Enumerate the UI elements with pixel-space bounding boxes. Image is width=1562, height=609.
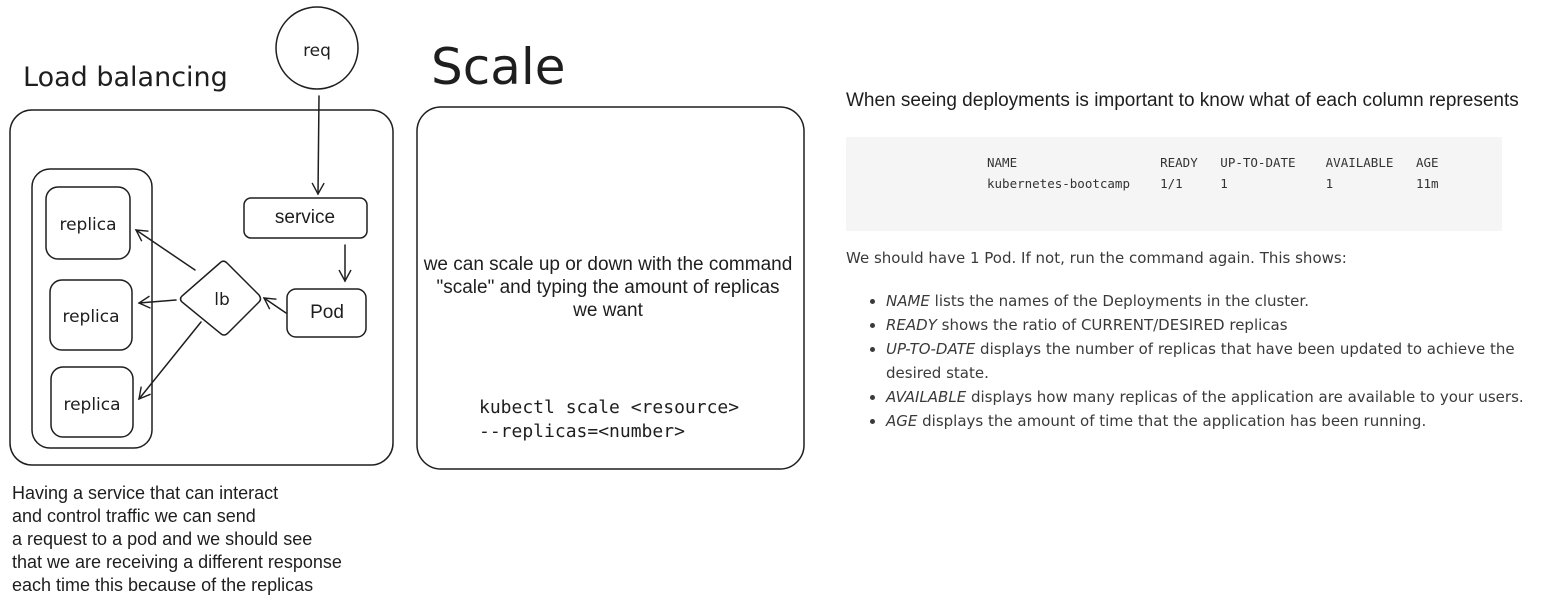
list-item: READY shows the ratio of CURRENT/DESIRED…	[886, 313, 1526, 337]
caption-line: each time this because of the replicas	[12, 575, 314, 595]
lb-label: lb	[214, 290, 230, 310]
column-description: displays the amount of time that the app…	[917, 412, 1427, 430]
list-item: UP-TO-DATE displays the number of replic…	[886, 337, 1526, 385]
service-label: service	[275, 207, 335, 228]
column-description: shows the ratio of CURRENT/DESIRED repli…	[936, 316, 1288, 334]
column-description: displays the number of replicas that hav…	[886, 340, 1515, 382]
load-balancing-title: Load balancing	[23, 62, 228, 93]
command-line: --replicas=<number>	[479, 421, 685, 442]
table-row: kubernetes-bootcamp 1/1 1 1 11m	[987, 176, 1439, 191]
replica-label-2: replica	[62, 307, 119, 327]
req-label: req	[303, 41, 331, 61]
pod-label: Pod	[310, 302, 344, 323]
arrow-lb-to-replica-2	[137, 295, 177, 309]
column-description: displays how many replicas of the applic…	[966, 388, 1524, 406]
scale-description: we can scale up or down with the command…	[423, 254, 793, 321]
column-term: READY	[886, 316, 937, 334]
caption-line: a request to a pod and we should see	[12, 529, 313, 549]
doc-paragraph: We should have 1 Pod. If not, run the co…	[846, 249, 1347, 267]
column-term: AVAILABLE	[886, 388, 967, 406]
list-item: AGE displays the amount of time that the…	[886, 409, 1526, 433]
deployments-heading: When seeing deployments is important to …	[846, 90, 1519, 111]
caption-line: Having a service that can interact	[12, 483, 279, 503]
command-line: kubectl scale <resource>	[479, 397, 740, 418]
arrow-pod-to-lb	[262, 297, 287, 314]
column-term: UP-TO-DATE	[886, 340, 976, 358]
column-description: lists the names of the Deployments in th…	[929, 292, 1309, 310]
column-term: NAME	[886, 292, 930, 310]
arrow-lb-to-replica-1	[134, 229, 196, 271]
caption-line: that we are receiving a different respon…	[12, 552, 342, 572]
load-balancing-caption: Having a service that can interact and c…	[12, 482, 342, 597]
replica-label-1: replica	[59, 215, 116, 235]
scale-command: kubectl scale <resource> --replicas=<num…	[479, 396, 739, 444]
table-header-row: NAME READY UP-TO-DATE AVAILABLE AGE	[987, 155, 1439, 170]
list-item: AVAILABLE displays how many replicas of …	[886, 385, 1526, 409]
deployments-code-block: NAME READY UP-TO-DATE AVAILABLE AGE kube…	[846, 137, 1502, 231]
column-descriptions-list: NAME lists the names of the Deployments …	[870, 289, 1526, 433]
replica-label-3: replica	[63, 395, 120, 415]
deployments-table: NAME READY UP-TO-DATE AVAILABLE AGE kube…	[987, 152, 1439, 194]
scale-title: Scale	[431, 38, 566, 96]
column-term: AGE	[886, 412, 918, 430]
caption-line: and control traffic we can send	[12, 506, 256, 526]
list-item: NAME lists the names of the Deployments …	[886, 289, 1526, 313]
arrow-req-to-service	[311, 95, 325, 196]
arrow-lb-to-replica-3	[138, 321, 202, 401]
